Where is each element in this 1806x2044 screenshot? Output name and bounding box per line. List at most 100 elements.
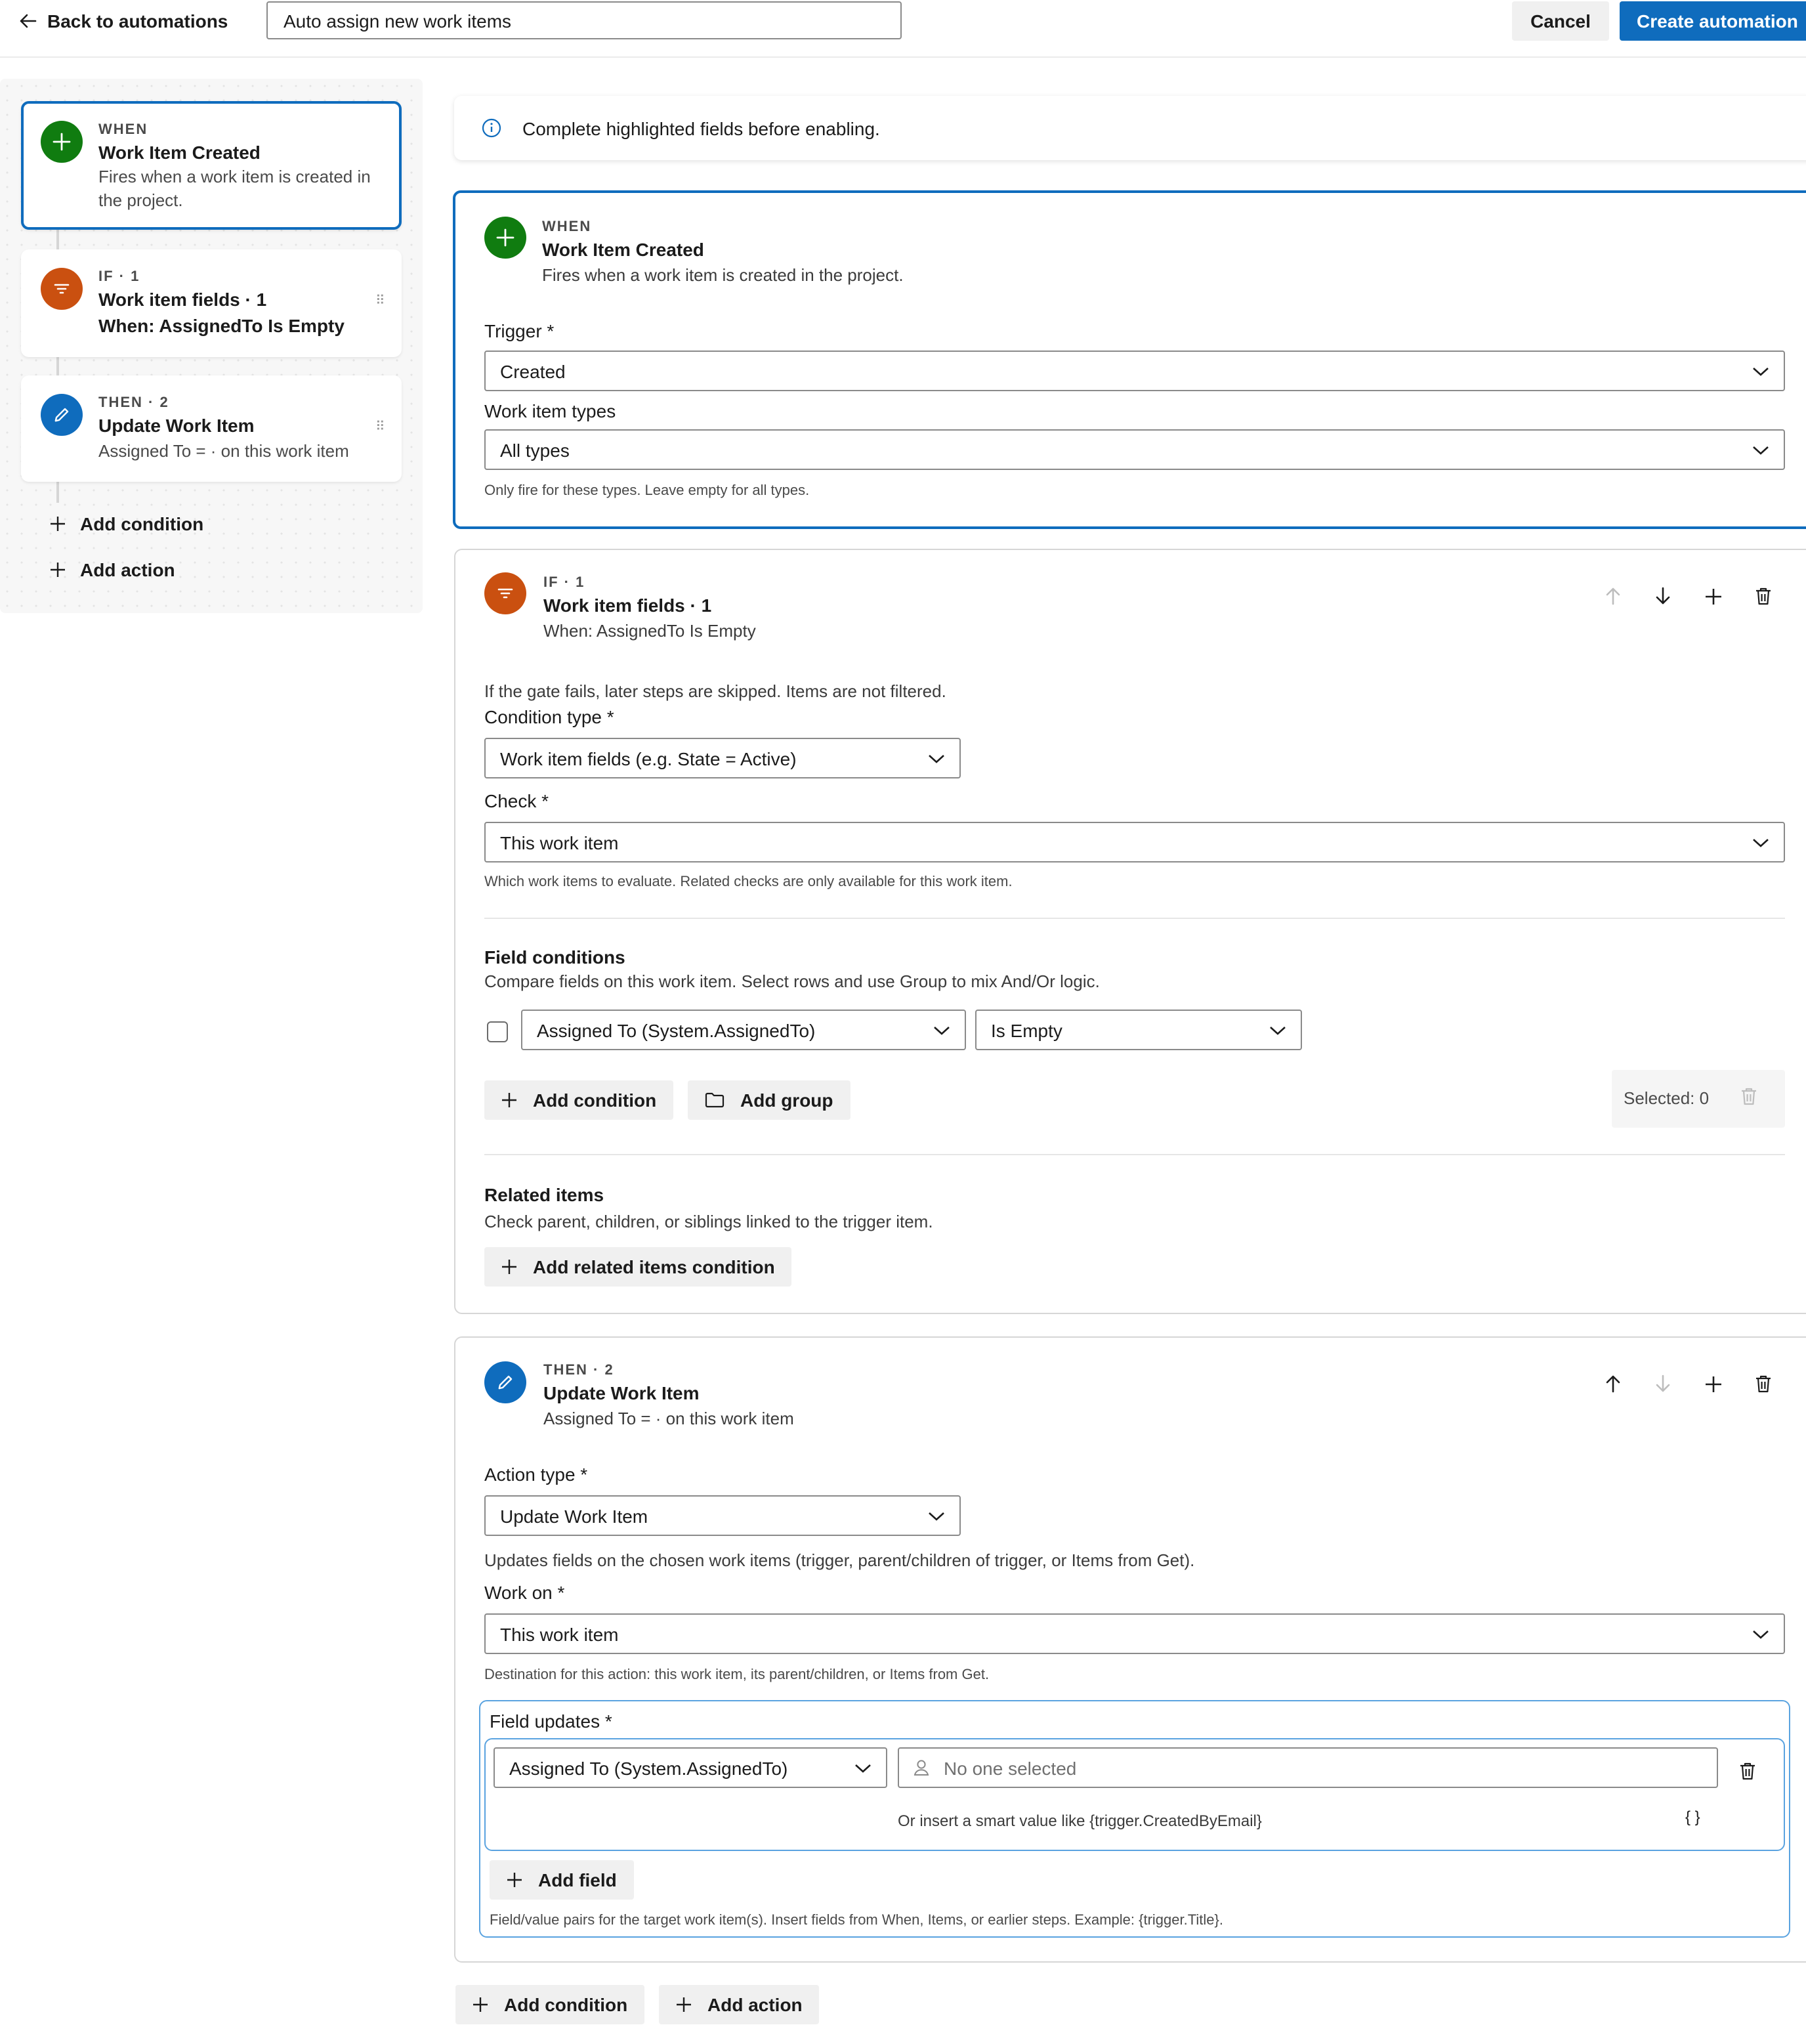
- step-kicker: THEN · 2: [98, 395, 169, 411]
- back-link[interactable]: Back to automations: [18, 9, 228, 33]
- step-subtitle: Fires when a work item is created in the…: [98, 167, 371, 210]
- work-item-types-label: Work item types: [484, 400, 616, 421]
- sidebar-add-action-button[interactable]: Add action: [50, 557, 175, 583]
- info-banner: Complete highlighted fields before enabl…: [454, 96, 1806, 160]
- check-label: Check *: [484, 790, 549, 811]
- add-condition-button[interactable]: Add condition: [484, 1080, 674, 1120]
- card-title: Work item fields · 1: [543, 595, 712, 616]
- move-down-icon[interactable]: [1650, 583, 1676, 609]
- filter-icon: [41, 268, 83, 310]
- divider: [484, 918, 1785, 919]
- pencil-icon: [484, 1361, 526, 1403]
- update-field-select[interactable]: Assigned To (System.AssignedTo): [494, 1747, 887, 1788]
- move-up-icon[interactable]: [1600, 583, 1626, 609]
- update-value-picker[interactable]: No one selected: [898, 1747, 1718, 1788]
- plus-icon: [41, 121, 83, 163]
- action-type-select[interactable]: Update Work Item: [484, 1495, 961, 1536]
- smart-value-button[interactable]: { }: [1685, 1808, 1700, 1826]
- card-subtitle: Fires when a work item is created in the…: [542, 265, 904, 285]
- work-on-select[interactable]: This work item: [484, 1613, 1785, 1654]
- sidebar-step-action[interactable]: THEN · 2 Update Work Item Assigned To = …: [21, 375, 402, 482]
- add-related-items-label: Add related items condition: [533, 1256, 775, 1277]
- condition-operator-select[interactable]: Is Empty: [975, 1010, 1302, 1050]
- add-group-label: Add group: [740, 1090, 833, 1111]
- add-action-footer-button[interactable]: Add action: [659, 1985, 820, 2024]
- selected-count: Selected: 0: [1624, 1088, 1710, 1108]
- field-updates-help: Field/value pairs for the target work it…: [490, 1913, 1223, 1928]
- cancel-button[interactable]: Cancel: [1512, 1, 1609, 41]
- work-item-types-help: Only fire for these types. Leave empty f…: [484, 483, 810, 499]
- condition-type-label: Condition type *: [484, 706, 614, 727]
- move-down-icon[interactable]: [1650, 1371, 1676, 1397]
- delete-icon[interactable]: [1750, 1371, 1776, 1397]
- drag-handle-icon[interactable]: ⠿: [375, 294, 385, 309]
- card-kicker: WHEN: [542, 219, 592, 235]
- action-card[interactable]: THEN · 2 Update Work Item Assigned To = …: [454, 1336, 1806, 1963]
- add-action-label: Add action: [707, 1994, 803, 2015]
- check-help: Which work items to evaluate. Related ch…: [484, 874, 1013, 890]
- step-kicker: IF · 1: [98, 269, 140, 285]
- action-type-label: Action type *: [484, 1464, 588, 1485]
- trigger-select[interactable]: Created: [484, 351, 1785, 391]
- sidebar-step-condition[interactable]: IF · 1 Work item fields · 1 When: Assign…: [21, 249, 402, 357]
- delete-icon[interactable]: [1739, 1762, 1756, 1780]
- gate-note: If the gate fails, later steps are skipp…: [484, 681, 946, 701]
- update-field-value: Assigned To (System.AssignedTo): [509, 1757, 788, 1778]
- add-step-icon[interactable]: [1700, 1371, 1726, 1397]
- drag-handle-icon[interactable]: ⠿: [375, 420, 385, 435]
- create-automation-button[interactable]: Create automation: [1620, 1, 1806, 41]
- card-title: Work Item Created: [542, 239, 704, 260]
- chevron-down-icon: [928, 753, 945, 763]
- automation-name-input[interactable]: [266, 1, 902, 39]
- selection-toolbar: Selected: 0: [1612, 1070, 1785, 1128]
- field-updates-group: Field updates * Assigned To (System.Assi…: [479, 1700, 1790, 1938]
- add-field-button[interactable]: Add field: [490, 1860, 634, 1900]
- condition-card[interactable]: IF · 1 Work item fields · 1 When: Assign…: [454, 549, 1806, 1314]
- related-items-heading: Related items: [484, 1184, 604, 1205]
- add-group-button[interactable]: Add group: [688, 1080, 850, 1120]
- move-up-icon[interactable]: [1600, 1371, 1626, 1397]
- delete-icon[interactable]: [1750, 583, 1776, 609]
- plus-icon: [484, 217, 526, 259]
- work-on-value: This work item: [500, 1623, 619, 1644]
- chevron-down-icon: [854, 1762, 872, 1773]
- trigger-card[interactable]: WHEN Work Item Created Fires when a work…: [453, 190, 1806, 529]
- work-on-help: Destination for this action: this work i…: [484, 1667, 990, 1683]
- plus-icon: [50, 562, 66, 578]
- smart-value-hint: Or insert a smart value like {trigger.Cr…: [898, 1812, 1262, 1830]
- condition-type-select[interactable]: Work item fields (e.g. State = Active): [484, 738, 961, 778]
- work-item-types-select[interactable]: All types: [484, 429, 1785, 470]
- delete-icon[interactable]: [1740, 1087, 1757, 1105]
- sidebar-add-condition-button[interactable]: Add condition: [50, 511, 203, 537]
- add-step-icon[interactable]: [1700, 583, 1726, 609]
- back-link-label: Back to automations: [47, 11, 228, 32]
- add-action-label: Add action: [80, 559, 175, 580]
- condition-field-select[interactable]: Assigned To (System.AssignedTo): [521, 1010, 966, 1050]
- check-value: This work item: [500, 832, 619, 853]
- add-condition-label: Add condition: [80, 513, 204, 534]
- card-subtitle: When: AssignedTo Is Empty: [543, 621, 756, 641]
- check-select[interactable]: This work item: [484, 822, 1785, 862]
- action-type-value: Update Work Item: [500, 1505, 648, 1526]
- plus-icon: [676, 1997, 692, 2012]
- step-subtitle: When: AssignedTo Is Empty: [98, 315, 345, 336]
- trigger-label: Trigger *: [484, 320, 555, 341]
- divider: [484, 1154, 1785, 1155]
- add-condition-footer-button[interactable]: Add condition: [455, 1985, 645, 2024]
- arrow-left-icon: [18, 12, 37, 30]
- filter-icon: [484, 572, 526, 614]
- related-items-description: Check parent, children, or siblings link…: [484, 1212, 933, 1231]
- add-related-items-condition-button[interactable]: Add related items condition: [484, 1247, 792, 1287]
- condition-type-value: Work item fields (e.g. State = Active): [500, 748, 797, 769]
- field-updates-label: Field updates *: [490, 1711, 612, 1732]
- chevron-down-icon: [1752, 444, 1769, 455]
- pencil-icon: [41, 394, 83, 436]
- info-icon: [482, 118, 501, 138]
- condition-row-checkbox[interactable]: [487, 1021, 508, 1042]
- trigger-select-value: Created: [500, 360, 566, 381]
- sidebar-step-trigger[interactable]: WHEN Work Item Created Fires when a work…: [21, 101, 402, 230]
- work-item-types-value: All types: [500, 439, 570, 460]
- chevron-down-icon: [928, 1510, 945, 1521]
- work-on-label: Work on *: [484, 1582, 565, 1603]
- card-title: Update Work Item: [543, 1382, 700, 1403]
